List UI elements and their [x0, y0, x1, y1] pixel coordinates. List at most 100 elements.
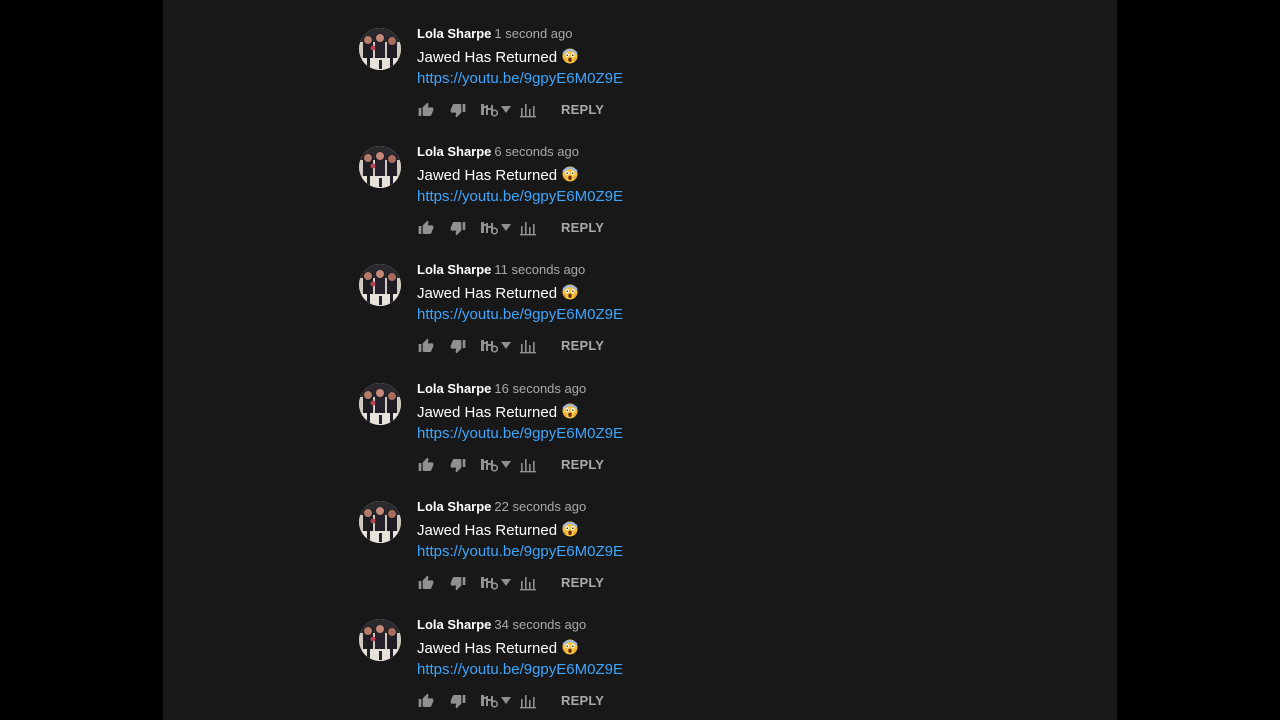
analytics-button[interactable] [519, 217, 537, 239]
like-button[interactable] [417, 99, 435, 121]
dislike-button[interactable] [449, 217, 467, 239]
author-name[interactable]: Lola Sharpe [417, 381, 491, 396]
reply-button[interactable]: REPLY [561, 690, 604, 712]
comment-text: Jawed Has Returned [417, 521, 1017, 541]
timestamp[interactable]: 34 seconds ago [494, 617, 586, 632]
comment-text: Jawed Has Returned [417, 48, 1017, 68]
analytics-button[interactable] [519, 99, 537, 121]
comment-text: Jawed Has Returned [417, 166, 1017, 186]
analytics-button[interactable] [519, 335, 537, 357]
timestamp[interactable]: 16 seconds ago [494, 381, 586, 396]
timestamp[interactable]: 22 seconds ago [494, 499, 586, 514]
translate-menu-button[interactable] [478, 335, 512, 357]
comment-header: Lola Sharpe 1 second ago [417, 25, 1017, 43]
translate-icon [480, 577, 498, 590]
thumbs-down-icon [450, 459, 466, 473]
analytics-icon [520, 577, 536, 591]
timestamp[interactable]: 6 seconds ago [494, 144, 579, 159]
video-link[interactable]: https://youtu.be/9gpyE6M0Z9E [417, 661, 623, 678]
analytics-icon [520, 459, 536, 473]
translate-menu-button[interactable] [478, 690, 512, 712]
like-button[interactable] [417, 335, 435, 357]
comment-text-content: Jawed Has Returned [417, 167, 558, 184]
comments-panel: Lola Sharpe 1 second ago Jawed Has Return… [163, 0, 1117, 720]
like-button[interactable] [417, 572, 435, 594]
video-link[interactable]: https://youtu.be/9gpyE6M0Z9E [417, 306, 623, 323]
analytics-icon [520, 340, 536, 354]
thumbs-up-icon [418, 457, 434, 471]
analytics-button[interactable] [519, 690, 537, 712]
comment-body: Lola Sharpe 1 second ago Jawed Has Return… [417, 25, 1017, 118]
avatar[interactable] [359, 28, 401, 70]
comment-body: Lola Sharpe 16 seconds ago Jawed Has Retu… [417, 380, 1017, 473]
translate-menu-button[interactable] [478, 454, 512, 476]
comment: Lola Sharpe 1 second ago Jawed Has Return… [359, 25, 1059, 135]
thumbs-down-icon [450, 340, 466, 354]
like-button[interactable] [417, 454, 435, 476]
comment-text: Jawed Has Returned [417, 639, 1017, 659]
comment-link-line: https://youtu.be/9gpyE6M0Z9E [417, 68, 1017, 89]
video-link[interactable]: https://youtu.be/9gpyE6M0Z9E [417, 188, 623, 205]
analytics-icon [520, 222, 536, 236]
author-name[interactable]: Lola Sharpe [417, 144, 491, 159]
dislike-button[interactable] [449, 335, 467, 357]
comment-link-line: https://youtu.be/9gpyE6M0Z9E [417, 541, 1017, 562]
comment-toolbar: REPLY [417, 217, 717, 239]
translate-menu-button[interactable] [478, 99, 512, 121]
comment: Lola Sharpe 11 seconds ago Jawed Has Retu… [359, 261, 1059, 371]
thumbs-up-icon [418, 102, 434, 116]
like-button[interactable] [417, 690, 435, 712]
like-button[interactable] [417, 217, 435, 239]
dislike-button[interactable] [449, 99, 467, 121]
comment-body: Lola Sharpe 22 seconds ago Jawed Has Retu… [417, 498, 1017, 591]
comment-toolbar: REPLY [417, 572, 717, 594]
reply-button[interactable]: REPLY [561, 335, 604, 357]
translate-icon [480, 104, 498, 117]
comment-toolbar: REPLY [417, 690, 717, 712]
video-link[interactable]: https://youtu.be/9gpyE6M0Z9E [417, 425, 623, 442]
reply-button[interactable]: REPLY [561, 99, 604, 121]
reply-button[interactable]: REPLY [561, 572, 604, 594]
reply-button[interactable]: REPLY [561, 217, 604, 239]
avatar[interactable] [359, 383, 401, 425]
translate-icon [480, 459, 498, 472]
comment-text-content: Jawed Has Returned [417, 49, 558, 66]
dropdown-arrow-icon [500, 224, 511, 231]
comment-text-content: Jawed Has Returned [417, 285, 558, 302]
comment-header: Lola Sharpe 22 seconds ago [417, 498, 1017, 516]
dislike-button[interactable] [449, 690, 467, 712]
comment-link-line: https://youtu.be/9gpyE6M0Z9E [417, 304, 1017, 325]
comment-text-content: Jawed Has Returned [417, 640, 558, 657]
comment: Lola Sharpe 16 seconds ago Jawed Has Retu… [359, 380, 1059, 490]
analytics-button[interactable] [519, 454, 537, 476]
author-name[interactable]: Lola Sharpe [417, 262, 491, 277]
avatar[interactable] [359, 619, 401, 661]
analytics-button[interactable] [519, 572, 537, 594]
author-name[interactable]: Lola Sharpe [417, 499, 491, 514]
dropdown-arrow-icon [500, 106, 511, 113]
thumbs-up-icon [418, 693, 434, 707]
reply-button[interactable]: REPLY [561, 454, 604, 476]
thumbs-down-icon [450, 222, 466, 236]
avatar[interactable] [359, 146, 401, 188]
translate-menu-button[interactable] [478, 572, 512, 594]
analytics-icon [520, 695, 536, 709]
avatar[interactable] [359, 501, 401, 543]
translate-menu-button[interactable] [478, 217, 512, 239]
thumbs-up-icon [418, 338, 434, 352]
author-name[interactable]: Lola Sharpe [417, 617, 491, 632]
video-link[interactable]: https://youtu.be/9gpyE6M0Z9E [417, 543, 623, 560]
timestamp[interactable]: 1 second ago [494, 26, 572, 41]
comment: Lola Sharpe 6 seconds ago Jawed Has Retur… [359, 143, 1059, 253]
timestamp[interactable]: 11 seconds ago [494, 262, 585, 277]
author-name[interactable]: Lola Sharpe [417, 26, 491, 41]
dislike-button[interactable] [449, 572, 467, 594]
comment-text-content: Jawed Has Returned [417, 522, 558, 539]
dislike-button[interactable] [449, 454, 467, 476]
avatar[interactable] [359, 264, 401, 306]
scream-emoji-icon [562, 639, 578, 661]
thumbs-up-icon [418, 575, 434, 589]
scream-emoji-icon [562, 48, 578, 70]
comment-link-line: https://youtu.be/9gpyE6M0Z9E [417, 659, 1017, 680]
video-link[interactable]: https://youtu.be/9gpyE6M0Z9E [417, 70, 623, 87]
